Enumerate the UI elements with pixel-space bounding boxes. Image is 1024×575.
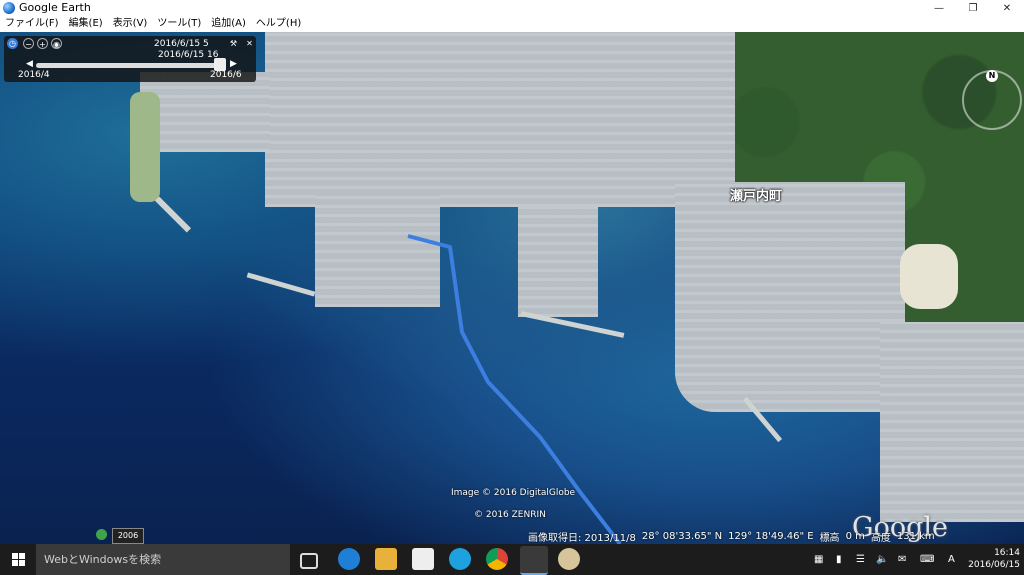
wifi-icon[interactable]: ☰ [856, 554, 865, 565]
system-tray: ▦ ▮ ☰ 🔈 ✉ ⌨ A 16:14 2016/06/15 [804, 544, 1024, 575]
longitude: 129° 18'49.46" E [728, 530, 814, 542]
time-slider-panel: ◷ − + ◉ 2016/6/15 5 2016/6/15 16 ⚒ ✕ ◀ ▶… [4, 36, 256, 82]
restore-icon: ❐ [968, 2, 978, 14]
year-badge[interactable]: 2006 [112, 528, 144, 544]
menu-tools[interactable]: ツール(T) [152, 16, 206, 32]
restore-button[interactable]: ❐ [956, 0, 990, 16]
elevation-value: 0 m [845, 530, 865, 542]
zoom-out-icon[interactable]: − [23, 38, 34, 49]
keyboard-icon[interactable]: ⌨ [920, 554, 934, 565]
time-current-start: 2016/6/15 5 [154, 39, 209, 49]
battery-icon[interactable]: ▮ [836, 554, 842, 565]
menu-file[interactable]: ファイル(F) [0, 16, 64, 32]
place-label[interactable]: 瀬戸内町 [730, 185, 782, 204]
menu-edit[interactable]: 編集(E) [64, 16, 108, 32]
next-icon[interactable]: ▶ [230, 59, 237, 69]
store-icon[interactable] [412, 548, 434, 570]
paint-icon[interactable] [558, 548, 580, 570]
notification-icon[interactable]: ✉ [898, 554, 906, 565]
menu-help[interactable]: ヘルプ(H) [251, 16, 306, 32]
clock-time: 16:14 [994, 548, 1020, 558]
skype-icon[interactable] [449, 548, 471, 570]
altitude-label: 高度 [870, 532, 891, 544]
taskbar: WebとWindowsを検索 ▦ ▮ ☰ 🔈 ✉ ⌨ A 16:14 2016/… [0, 544, 1024, 575]
clock[interactable]: 16:14 2016/06/15 [968, 547, 1020, 571]
close-button[interactable]: ✕ [990, 0, 1024, 16]
minimize-icon: — [934, 2, 944, 14]
map-credit: © 2016 ZENRIN [474, 510, 546, 520]
task-view-icon[interactable] [300, 553, 318, 569]
time-range-end: 2016/6 [210, 70, 242, 80]
network-icon[interactable]: ▦ [814, 554, 823, 565]
edge-browser-icon[interactable] [338, 548, 360, 570]
route-path [407, 234, 622, 544]
prev-icon[interactable]: ◀ [26, 59, 33, 69]
latitude: 28° 08'33.65" N [641, 530, 723, 542]
windows-logo-icon [11, 553, 25, 566]
time-slider-track[interactable] [36, 63, 224, 68]
file-explorer-icon[interactable] [375, 548, 397, 570]
google-earth-taskbar-icon[interactable] [520, 546, 548, 575]
zoom-in-icon[interactable]: + [37, 38, 48, 49]
image-date: 画像取得日: 2013/11/8 [528, 532, 636, 544]
imagery-credit: Image © 2016 DigitalGlobe [451, 488, 576, 498]
time-current-end: 2016/6/15 16 [158, 50, 219, 60]
close-icon: ✕ [1002, 2, 1012, 14]
altitude-value: 131 km [896, 530, 935, 542]
menu-bar: ファイル(F) 編集(E) 表示(V) ツール(T) 追加(A) ヘルプ(H) [0, 16, 1024, 32]
menu-view[interactable]: 表示(V) [108, 16, 153, 32]
compass-north-icon[interactable]: N [986, 70, 998, 82]
historical-imagery-icon[interactable] [96, 529, 107, 540]
taskbar-search[interactable]: WebとWindowsを検索 [36, 544, 290, 575]
close-slider-icon[interactable]: ✕ [244, 38, 255, 49]
clock-date: 2016/06/15 [968, 560, 1020, 570]
title-bar: Google Earth — ❐ ✕ [0, 0, 1024, 16]
settings-wrench-icon[interactable]: ⚒ [228, 38, 239, 49]
minimize-button[interactable]: — [922, 0, 956, 16]
time-range-start: 2016/4 [18, 70, 50, 80]
elevation-label: 標高 [819, 532, 840, 544]
navigation-compass[interactable]: N [962, 70, 1022, 130]
clock-icon[interactable]: ◷ [7, 38, 18, 49]
google-earth-app-icon [3, 2, 15, 14]
menu-add[interactable]: 追加(A) [206, 16, 251, 32]
eye-icon[interactable]: ◉ [51, 38, 62, 49]
window-title: Google Earth [19, 1, 91, 14]
start-button[interactable] [0, 544, 36, 575]
chrome-icon[interactable] [486, 548, 508, 570]
volume-icon[interactable]: 🔈 [876, 554, 888, 565]
status-bar: 画像取得日: 2013/11/8 28° 08'33.65" N 129° 18… [528, 528, 1024, 544]
map-view[interactable]: 瀬戸内町 N Image © 2016 DigitalGlobe © 2016 … [0, 32, 1024, 544]
ime-indicator[interactable]: A [948, 554, 955, 565]
